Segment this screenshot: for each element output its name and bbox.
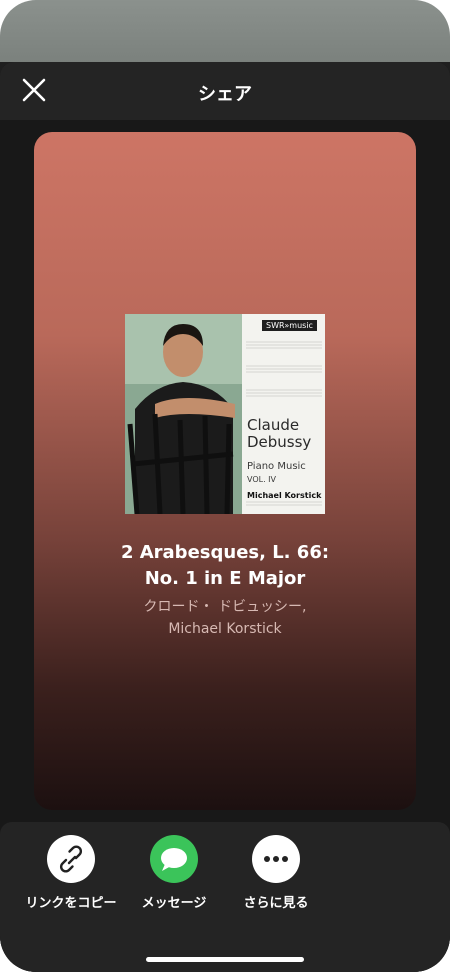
- cover-volume: VOL. IV: [247, 475, 277, 484]
- cover-performer: Michael Korstick: [247, 491, 322, 500]
- track-title-line-1: 2 Arabesques, L. 66:: [120, 542, 330, 563]
- copy-link-option[interactable]: リンクをコピー: [16, 835, 126, 913]
- message-option[interactable]: メッセージ: [119, 835, 229, 913]
- more-circle: [252, 835, 300, 883]
- message-label: メッセージ: [141, 896, 207, 911]
- cover-composer: Claude Debussy: [247, 417, 311, 451]
- score-lines: [246, 341, 322, 506]
- copy-link-circle: [47, 835, 95, 883]
- share-options-bar: リンクをコピー メッセージ さらに見る: [0, 822, 450, 972]
- composer-first-name: Claude: [247, 416, 300, 434]
- cover-photo: [125, 314, 242, 514]
- more-dots-icon: [264, 856, 288, 862]
- track-title-line-2: No. 1 in E Major: [144, 568, 306, 589]
- link-icon: [59, 845, 83, 873]
- track-title: 2 Arabesques, L. 66: No. 1 in E Major: [74, 540, 376, 592]
- composer-last-name: Debussy: [247, 433, 312, 451]
- copy-link-label: リンクをコピー: [25, 896, 117, 911]
- artist-line-1: クロード・ ドビュッシー,: [143, 599, 307, 615]
- sheet-music-paper: [242, 314, 325, 514]
- artist-line-2: Michael Korstick: [168, 621, 282, 637]
- track-artists: クロード・ ドビュッシー, Michael Korstick: [74, 596, 376, 640]
- page-title: シェア: [198, 84, 252, 105]
- share-preview-card: SWR»music Claude Debussy Piano Music VOL…: [34, 132, 416, 810]
- more-label: さらに見る: [243, 896, 309, 911]
- more-option[interactable]: さらに見る: [221, 835, 331, 913]
- album-cover: SWR»music Claude Debussy Piano Music VOL…: [125, 314, 325, 514]
- share-sheet: シェア SWR»music Claude Debussy Piano Music…: [0, 62, 450, 972]
- label-logo: SWR»music: [262, 320, 317, 331]
- message-bubble-icon: [161, 848, 187, 871]
- phone-screen: シェア SWR»music Claude Debussy Piano Music…: [0, 0, 450, 972]
- home-indicator[interactable]: [146, 957, 304, 962]
- cover-subtitle: Piano Music: [247, 461, 306, 472]
- share-header: シェア: [0, 62, 450, 120]
- message-circle: [150, 835, 198, 883]
- pianist-photo: [125, 314, 242, 514]
